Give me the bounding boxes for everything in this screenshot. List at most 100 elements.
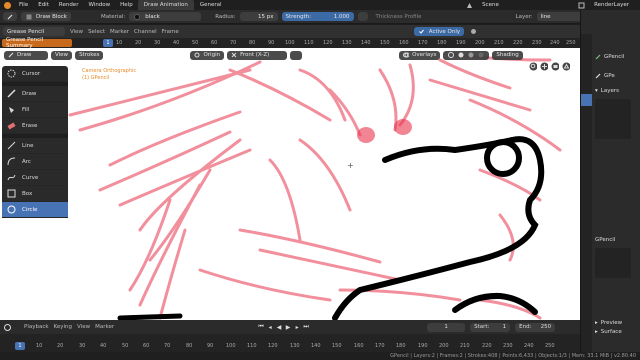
ghost-icon[interactable] — [469, 28, 477, 36]
timeline-editor-type-icon[interactable] — [3, 323, 11, 331]
pan-hand-icon[interactable] — [540, 62, 548, 70]
timeline-tick: 170 — [375, 343, 385, 349]
thickness-profile-toggle[interactable]: Thickness Profile — [376, 14, 422, 20]
radius-field[interactable]: 15 px — [239, 12, 278, 21]
zoom-icon[interactable] — [529, 62, 537, 70]
solid-shading-icon[interactable] — [457, 51, 465, 59]
overlays-toggle[interactable]: Overlays — [399, 50, 441, 60]
data-name-row[interactable]: GPe — [592, 71, 640, 80]
ruler-tick: 60 — [211, 40, 218, 46]
tool-circle[interactable]: Circle — [2, 202, 68, 218]
dopesheet-menu-select[interactable]: Select — [88, 29, 105, 35]
layers-panel-header[interactable]: ▾ Layers — [592, 86, 640, 95]
timeline-tick: 80 — [186, 343, 193, 349]
perspective-toggle-icon[interactable] — [562, 62, 570, 70]
menu-window[interactable]: Window — [83, 0, 115, 10]
timeline-tick: 250 — [545, 343, 555, 349]
material-selector[interactable]: black — [129, 12, 202, 21]
ruler-tick: 190 — [456, 40, 466, 46]
menu-edit[interactable]: Edit — [33, 0, 54, 10]
data-tab-icon[interactable] — [581, 94, 592, 106]
viewport-menu-strokes[interactable]: Strokes — [75, 50, 104, 60]
dopesheet-menu-marker[interactable]: Marker — [110, 29, 129, 35]
tool-curve[interactable]: Curve — [2, 170, 68, 186]
next-keyframe-icon[interactable]: ▸ — [293, 323, 301, 331]
dopesheet-menu-frame[interactable]: Frame — [162, 29, 179, 35]
current-frame-field[interactable]: 1 — [427, 322, 466, 332]
renderlayer-selector[interactable]: RenderLayer — [589, 0, 634, 10]
shading-modes[interactable] — [443, 50, 490, 60]
shading-popover[interactable]: Shading — [492, 50, 523, 60]
grease-pencil-canvas[interactable]: + — [0, 48, 580, 320]
tool-draw[interactable]: Draw — [2, 86, 68, 102]
status-bar: GPencil | Layers:2 | Frames:2 | Strokes:… — [0, 352, 640, 360]
dopesheet-menu-channel[interactable]: Channel — [134, 29, 157, 35]
erase-icon — [6, 121, 16, 131]
timeline-menu-view[interactable]: View — [77, 324, 90, 330]
ruler-tick: 120 — [323, 40, 333, 46]
camera-view-icon[interactable] — [551, 62, 559, 70]
pressure-toggle[interactable] — [357, 12, 368, 21]
guides-toggle[interactable] — [290, 50, 303, 60]
preview-panel-header[interactable]: ▸ Preview — [592, 318, 640, 327]
blender-logo-icon[interactable] — [0, 0, 14, 10]
play-reverse-icon[interactable]: ◀ — [275, 323, 283, 331]
timeline-tick: 190 — [418, 343, 428, 349]
menu-render[interactable]: Render — [54, 0, 84, 10]
end-frame-field[interactable]: End: 250 — [515, 322, 556, 332]
draw-mode-icon — [8, 52, 14, 58]
ruler-tick: 240 — [550, 40, 560, 46]
tool-arc[interactable]: Arc — [2, 154, 68, 170]
material-tab-icon[interactable] — [581, 112, 592, 122]
ruler-tick: 210 — [494, 40, 504, 46]
tool-box[interactable]: Box — [2, 186, 68, 202]
timeline-tick: 70 — [164, 343, 171, 349]
wireframe-shading-icon[interactable] — [447, 51, 455, 59]
tool-cursor[interactable]: Cursor — [2, 66, 68, 82]
view-plane-selector[interactable]: Front (X-Z) — [227, 50, 288, 60]
viewport-menu-view[interactable]: View — [51, 50, 73, 60]
dopesheet-mode-selector[interactable]: Grease Pencil — [3, 27, 65, 36]
top-menubar: File Edit Render Window Help Draw Animat… — [0, 0, 640, 10]
timeline-tick: 10 — [36, 343, 43, 349]
tool-erase[interactable]: Erase — [2, 118, 68, 134]
dopesheet-current-frame[interactable]: 1 — [103, 39, 113, 47]
tool-line[interactable]: Line — [2, 138, 68, 154]
surface-panel-header[interactable]: ▸ Surface — [592, 327, 640, 336]
mode-selector[interactable] — [3, 12, 17, 21]
brush-selector[interactable]: Draw Block — [21, 12, 71, 21]
workspace-tab-general[interactable]: General — [194, 0, 228, 10]
timeline-tick: 180 — [396, 343, 406, 349]
rendered-shading-icon[interactable] — [477, 51, 485, 59]
play-icon[interactable]: ▶ — [284, 323, 292, 331]
menu-help[interactable]: Help — [115, 0, 138, 10]
jump-end-icon[interactable]: ⏭ — [302, 323, 310, 331]
3d-cursor-icon[interactable]: + — [347, 161, 354, 170]
start-frame-field[interactable]: Start: 1 — [470, 322, 511, 332]
jump-start-icon[interactable]: ⏮ — [257, 323, 265, 331]
ruler-tick: 140 — [361, 40, 371, 46]
dopesheet-frame-ruler[interactable]: Grease Pencil Summary 1 10 20 30 40 50 6… — [0, 37, 580, 49]
active-only-toggle[interactable]: Active Only — [413, 27, 465, 36]
timeline-menu-keying[interactable]: Keying — [54, 324, 72, 330]
prev-keyframe-icon[interactable]: ◂ — [266, 323, 274, 331]
material-slots-list[interactable] — [595, 248, 631, 278]
workspace-tab-draw-animation[interactable]: Draw Animation — [137, 0, 194, 10]
timeline-menu-playback[interactable]: Playback — [24, 324, 49, 330]
origin-selector[interactable]: Origin — [190, 50, 225, 60]
scene-selector[interactable]: Scene — [477, 0, 573, 10]
timeline-frame-ruler[interactable]: 1 10 20 30 40 50 60 70 80 90 100 110 120… — [0, 334, 580, 352]
material-shading-icon[interactable] — [467, 51, 475, 59]
grease-pencil-summary-channel[interactable]: Grease Pencil Summary — [2, 37, 72, 49]
viewport-mode-selector[interactable]: Draw — [4, 50, 48, 60]
renderlayer-icon — [577, 1, 585, 9]
timeline-tick: 30 — [79, 343, 86, 349]
timeline-current-frame[interactable]: 1 — [15, 342, 25, 350]
strength-field[interactable]: Strength: 1.000 — [281, 12, 354, 21]
timeline-tick: 230 — [503, 343, 513, 349]
dopesheet-menu-view[interactable]: View — [70, 29, 83, 35]
tool-fill[interactable]: Fill — [2, 102, 68, 118]
menu-file[interactable]: File — [14, 0, 33, 10]
layers-list[interactable] — [595, 99, 631, 139]
timeline-menu-marker[interactable]: Marker — [95, 324, 114, 330]
